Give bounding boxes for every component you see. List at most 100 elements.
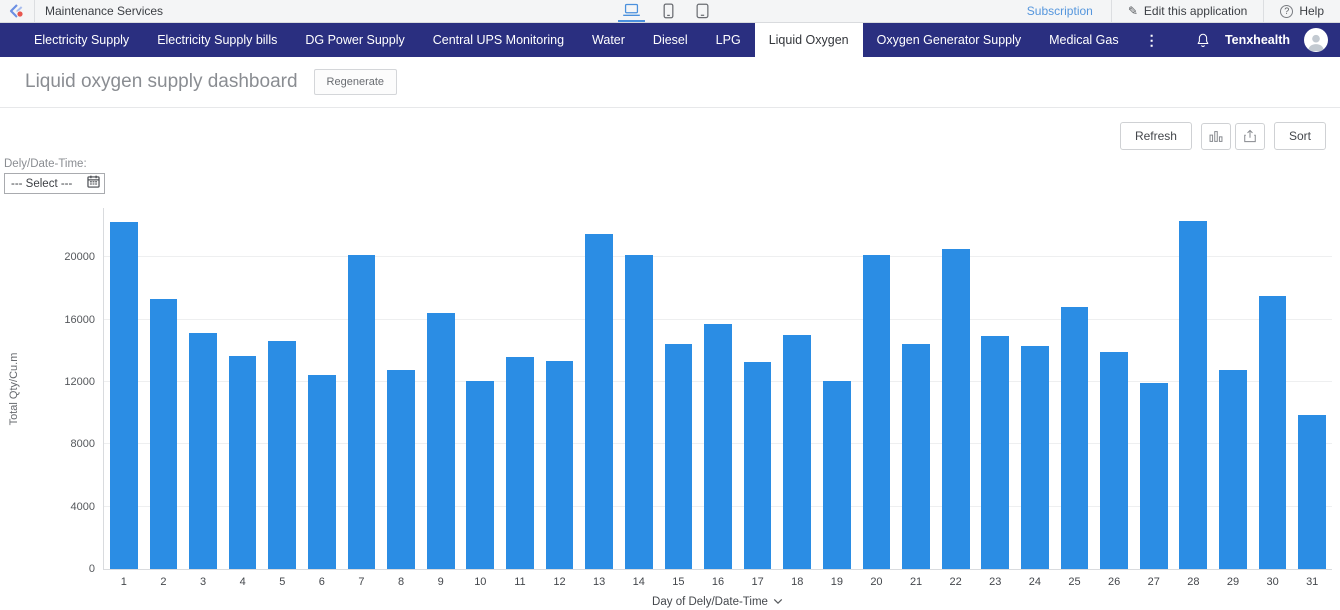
bar-day-31[interactable] <box>1298 415 1326 569</box>
bar-day-19[interactable] <box>823 381 851 569</box>
x-tick-label: 23 <box>989 576 1001 588</box>
export-icon[interactable] <box>1235 123 1265 150</box>
y-tick-label: 8000 <box>71 438 95 450</box>
bar-day-21[interactable] <box>902 344 930 569</box>
chart-toolbar: Refresh Sort <box>1120 122 1326 150</box>
y-tick-label: 16000 <box>64 314 95 326</box>
x-tick-label: 5 <box>279 576 285 588</box>
x-tick-label: 29 <box>1227 576 1239 588</box>
tab-electricity-supply[interactable]: Electricity Supply <box>20 23 143 57</box>
user-name[interactable]: Tenxhealth <box>1225 33 1290 47</box>
user-avatar[interactable] <box>1304 28 1328 52</box>
tab-lpg[interactable]: LPG <box>702 23 755 57</box>
bar-day-16[interactable] <box>704 324 732 569</box>
x-tick-label: 28 <box>1187 576 1199 588</box>
bar-day-4[interactable] <box>229 356 257 569</box>
gridline <box>104 319 1332 320</box>
x-tick-label: 10 <box>474 576 486 588</box>
x-tick-label: 4 <box>240 576 246 588</box>
bar-day-12[interactable] <box>546 361 574 569</box>
bar-day-24[interactable] <box>1021 346 1049 569</box>
bar-day-14[interactable] <box>625 255 653 569</box>
x-tick-label: 11 <box>514 576 525 588</box>
y-axis-title: Total Qty/Cu.m <box>8 353 20 426</box>
refresh-button[interactable]: Refresh <box>1120 122 1192 150</box>
x-tick-label: 6 <box>319 576 325 588</box>
bar-day-17[interactable] <box>744 362 772 569</box>
x-tick-label: 7 <box>358 576 364 588</box>
bar-day-23[interactable] <box>981 336 1009 569</box>
bar-day-29[interactable] <box>1219 370 1247 569</box>
x-axis-title[interactable]: Day of Dely/Date-Time <box>103 596 1332 608</box>
bar-day-22[interactable] <box>942 249 970 569</box>
bar-day-7[interactable] <box>348 255 376 569</box>
bar-day-13[interactable] <box>585 234 613 569</box>
x-tick-label: 20 <box>870 576 882 588</box>
tab-diesel[interactable]: Diesel <box>639 23 702 57</box>
bar-day-3[interactable] <box>189 333 217 569</box>
bar-day-25[interactable] <box>1061 307 1089 569</box>
help-label: Help <box>1299 4 1324 18</box>
tab-dg-power-supply[interactable]: DG Power Supply <box>291 23 418 57</box>
phone-icon[interactable] <box>659 0 678 22</box>
tablet-icon[interactable] <box>692 0 713 22</box>
x-tick-label: 1 <box>121 576 127 588</box>
chart-type-icon[interactable] <box>1201 123 1231 150</box>
x-tick-label: 13 <box>593 576 605 588</box>
x-tick-label: 24 <box>1029 576 1041 588</box>
page-title-bar: Liquid oxygen supply dashboard Regenerat… <box>0 57 1340 108</box>
bar-day-5[interactable] <box>268 341 296 569</box>
y-tick-label: 12000 <box>64 376 95 388</box>
tab-oxygen-generator-supply[interactable]: Oxygen Generator Supply <box>863 23 1036 57</box>
bar-day-28[interactable] <box>1179 221 1207 569</box>
top-system-bar: Maintenance Services Subscription ✎ Edit… <box>0 0 1340 23</box>
bar-day-26[interactable] <box>1100 352 1128 569</box>
calendar-icon[interactable] <box>87 175 100 193</box>
main-navigation-bar: Electricity Supply Electricity Supply bi… <box>0 23 1340 57</box>
date-select-input[interactable]: --- Select --- <box>4 173 105 194</box>
x-tick-label: 18 <box>791 576 803 588</box>
x-tick-label: 21 <box>910 576 922 588</box>
more-tabs-icon[interactable]: ⋮ <box>1133 23 1171 57</box>
bar-day-6[interactable] <box>308 375 336 569</box>
notifications-bell-icon[interactable] <box>1195 32 1211 49</box>
bar-day-18[interactable] <box>783 335 811 569</box>
x-tick-label: 30 <box>1266 576 1278 588</box>
pencil-icon: ✎ <box>1128 4 1138 18</box>
bar-day-27[interactable] <box>1140 383 1168 569</box>
bar-day-8[interactable] <box>387 370 415 569</box>
dashboard-content: Refresh Sort Dely/Date-Time: --- Select … <box>0 108 1340 609</box>
x-axis-title-label: Day of Dely/Date-Time <box>652 596 768 608</box>
x-tick-label: 12 <box>553 576 565 588</box>
x-tick-label: 27 <box>1148 576 1160 588</box>
gridline <box>104 256 1332 257</box>
bar-day-2[interactable] <box>150 299 178 569</box>
bar-day-30[interactable] <box>1259 296 1287 569</box>
bar-day-10[interactable] <box>466 381 494 569</box>
tab-medical-gas[interactable]: Medical Gas <box>1035 23 1132 57</box>
x-tick-label: 8 <box>398 576 404 588</box>
regenerate-button[interactable]: Regenerate <box>314 69 398 95</box>
tab-central-ups-monitoring[interactable]: Central UPS Monitoring <box>419 23 578 57</box>
edit-application-button[interactable]: ✎ Edit this application <box>1112 0 1263 22</box>
bar-day-15[interactable] <box>665 344 693 569</box>
sort-button[interactable]: Sort <box>1274 122 1326 150</box>
help-button[interactable]: ? Help <box>1264 0 1340 22</box>
tab-liquid-oxygen[interactable]: Liquid Oxygen <box>755 23 863 57</box>
date-select-value: --- Select --- <box>11 178 72 190</box>
y-tick-label: 0 <box>89 563 95 575</box>
topbar-left: Maintenance Services <box>0 0 163 22</box>
date-filter: Dely/Date-Time: --- Select --- <box>4 158 105 194</box>
app-title: Maintenance Services <box>35 4 163 18</box>
x-tick-label: 26 <box>1108 576 1120 588</box>
bar-day-20[interactable] <box>863 255 891 569</box>
x-tick-label: 9 <box>438 576 444 588</box>
subscription-link[interactable]: Subscription <box>1009 4 1111 18</box>
creator-logo-icon[interactable] <box>0 3 34 19</box>
tab-water[interactable]: Water <box>578 23 639 57</box>
bar-day-11[interactable] <box>506 357 534 569</box>
bar-day-1[interactable] <box>110 222 138 569</box>
bar-day-9[interactable] <box>427 313 455 569</box>
tab-electricity-supply-bills[interactable]: Electricity Supply bills <box>143 23 291 57</box>
laptop-icon[interactable] <box>618 0 645 22</box>
